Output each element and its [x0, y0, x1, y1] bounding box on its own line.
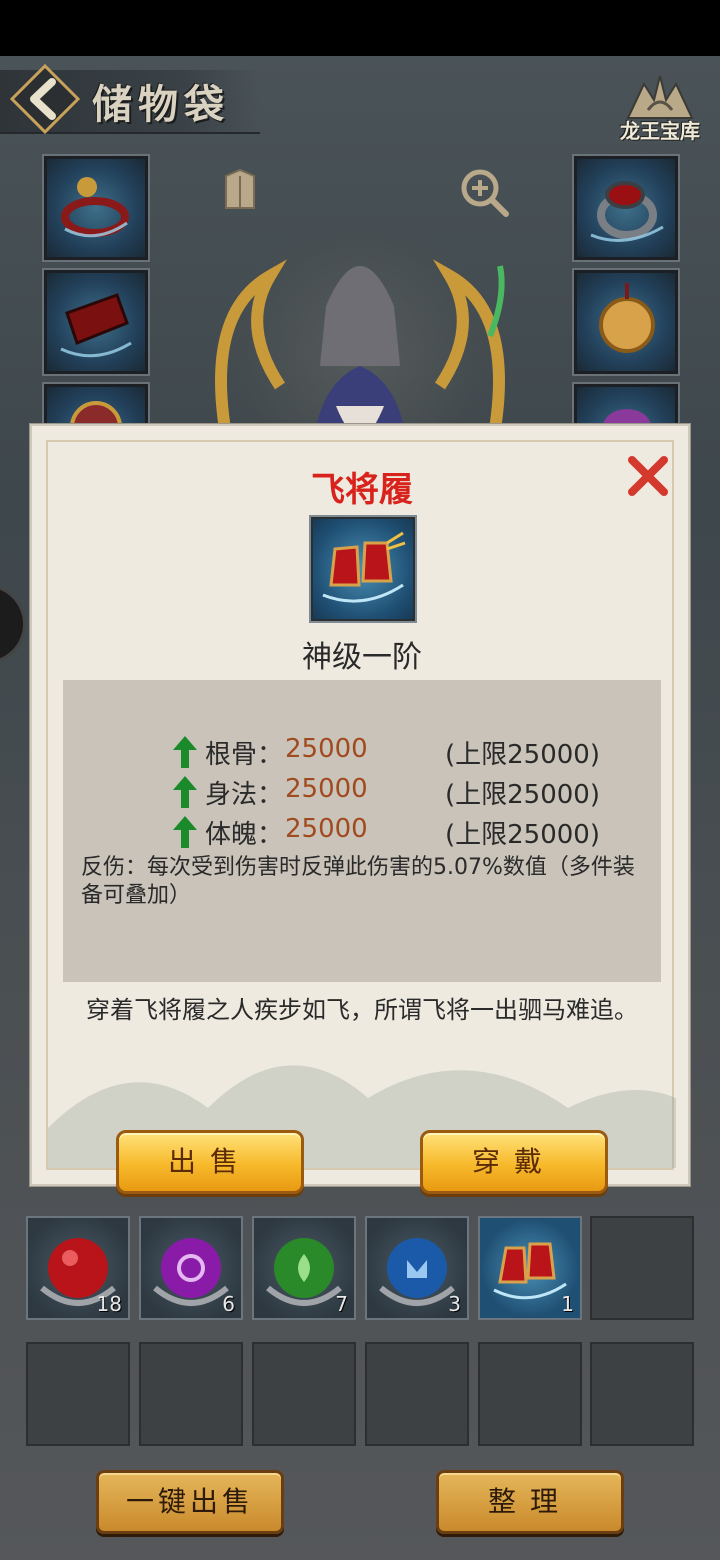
equip-slot-belt[interactable]: [42, 268, 150, 376]
item-description: 穿着飞将履之人疾步如飞，所谓飞将一出驷马难追。: [86, 996, 638, 1024]
up-arrow-icon: [173, 776, 197, 808]
item-count: 1: [561, 1292, 574, 1316]
quick-sell-button[interactable]: 一键出售: [96, 1470, 284, 1534]
bag-slot-11[interactable]: [478, 1342, 582, 1446]
stat-row-tipo: 体魄： 25000 (上限25000): [173, 812, 653, 852]
item-grade: 神级一阶: [302, 640, 422, 675]
stat-value: 25000: [285, 814, 368, 844]
up-arrow-icon: [173, 816, 197, 848]
up-arrow-icon: [173, 736, 197, 768]
ring-icon: [590, 181, 664, 242]
treasury-label: 龙王宝库: [620, 119, 700, 143]
game-area: 储物袋 龙王宝库 18 6 7 3 1 一键出售 整理 飞将履 神级一阶 根骨：…: [0, 56, 720, 1560]
boots-icon: [322, 531, 406, 603]
sort-button[interactable]: 整理: [436, 1470, 624, 1534]
stats-panel: 根骨： 25000 (上限25000) 身法： 25000 (上限25000) …: [63, 680, 661, 982]
amulet-icon: [599, 283, 655, 353]
belt-icon: [60, 293, 132, 358]
stat-limit: (上限25000): [445, 820, 600, 850]
stat-limit: (上限25000): [445, 780, 600, 810]
outfit-toggle-icon[interactable]: [216, 166, 264, 214]
stat-row-gengu: 根骨： 25000 (上限25000): [173, 732, 653, 772]
item-name: 飞将履: [311, 470, 413, 510]
back-arrow-icon: [9, 63, 81, 135]
item-count: 6: [222, 1292, 235, 1316]
equip-button[interactable]: 穿戴: [420, 1130, 608, 1194]
bag-slot-8[interactable]: [139, 1342, 243, 1446]
stat-label: 根骨：: [205, 740, 284, 770]
bag-slot-6[interactable]: [590, 1216, 694, 1320]
stat-value: 25000: [285, 734, 368, 764]
bag-slot-7[interactable]: [26, 1342, 130, 1446]
bag-slot-1[interactable]: 18: [26, 1216, 130, 1320]
status-bar: [0, 0, 720, 56]
stat-value: 25000: [285, 774, 368, 804]
item-icon-frame: [309, 515, 417, 623]
dragon-king-treasury-button[interactable]: 龙王宝库: [608, 70, 712, 150]
side-tab[interactable]: [0, 584, 26, 664]
item-count: 18: [96, 1292, 122, 1316]
necklace-icon: [61, 177, 129, 238]
bag-slot-12[interactable]: [590, 1342, 694, 1446]
bag-slot-4[interactable]: 3: [365, 1216, 469, 1320]
equip-slot-ring[interactable]: [572, 154, 680, 262]
bag-slot-3[interactable]: 7: [252, 1216, 356, 1320]
sell-button[interactable]: 出售: [116, 1130, 304, 1194]
bag-slot-9[interactable]: [252, 1342, 356, 1446]
item-count: 7: [335, 1292, 348, 1316]
bag-slot-10[interactable]: [365, 1342, 469, 1446]
zoom-in-icon[interactable]: [458, 166, 510, 218]
stat-label: 体魄：: [205, 820, 284, 850]
item-effect: 反伤：每次受到伤害时反弹此伤害的5.07%数值（多件装备可叠加）: [81, 855, 635, 908]
equip-slot-necklace[interactable]: [42, 154, 150, 262]
page-title: 储物袋: [92, 81, 230, 128]
stat-limit: (上限25000): [445, 740, 600, 770]
item-detail-modal: 飞将履 神级一阶 根骨： 25000 (上限25000) 身法： 25000 (…: [30, 424, 690, 1194]
back-button[interactable]: [9, 63, 81, 135]
equip-slot-amulet[interactable]: [572, 268, 680, 376]
item-count: 3: [448, 1292, 461, 1316]
stat-label: 身法：: [205, 780, 284, 810]
bag-slot-2[interactable]: 6: [139, 1216, 243, 1320]
bag-slot-5[interactable]: 1: [478, 1216, 582, 1320]
stat-row-shenfa: 身法： 25000 (上限25000): [173, 772, 653, 812]
